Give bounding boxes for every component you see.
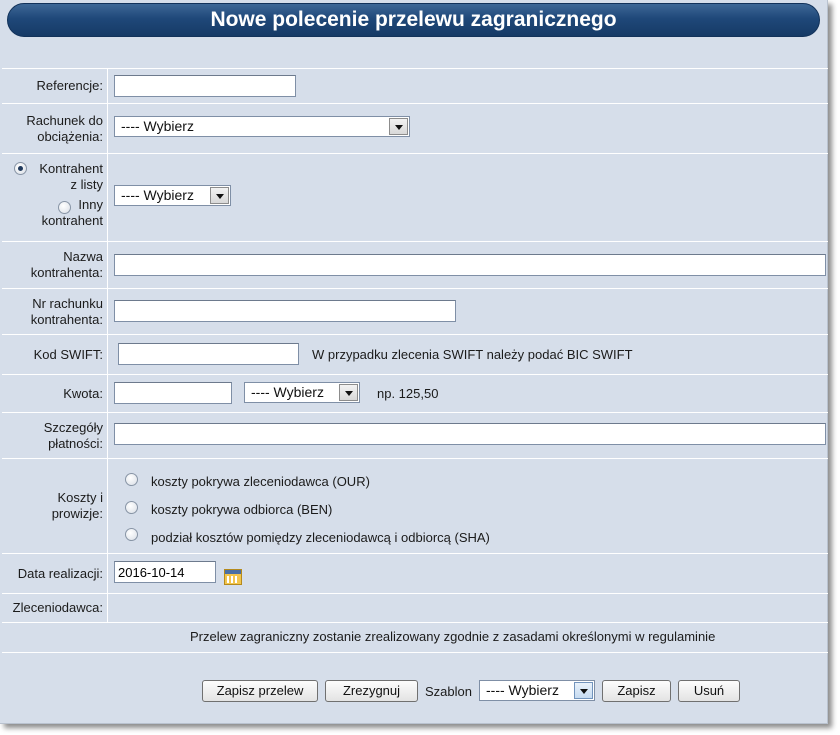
referencje-label: Referencje:: [2, 69, 108, 103]
radio-koszty-sha[interactable]: [125, 528, 138, 541]
radio-kontrahent-z-listy[interactable]: [14, 162, 27, 175]
radio-koszty-our[interactable]: [125, 473, 138, 486]
rachunek-label: Rachunek do obciążenia:: [2, 104, 108, 153]
kontrahent-z-listy-label: Kontrahent: [39, 161, 103, 176]
nazwa-input[interactable]: [114, 254, 826, 276]
data-label: Data realizacji:: [2, 554, 108, 593]
zleceniodawca-label: Zleceniodawca:: [2, 594, 108, 622]
swift-hint: W przypadku zlecenia SWIFT należy podać …: [312, 347, 633, 362]
info-text: Przelew zagraniczny zostanie zrealizowan…: [190, 629, 716, 644]
swift-label: Kod SWIFT:: [2, 335, 108, 374]
form-window: Nowe polecenie przelewu zagranicznego Re…: [0, 0, 828, 724]
kontrahent-z-listy-label-2: z listy: [70, 177, 104, 192]
data-input[interactable]: [114, 561, 216, 583]
kwota-hint: np. 125,50: [377, 386, 439, 401]
zapisz-button[interactable]: Zapisz: [602, 680, 671, 702]
chevron-down-icon: [389, 118, 408, 135]
chevron-down-icon: [574, 682, 593, 699]
kontrahent-select-value: ---- Wybierz: [121, 187, 194, 203]
calendar-icon[interactable]: [224, 569, 242, 585]
inny-kontrahent-label-2: kontrahent: [41, 213, 103, 228]
page-title: Nowe polecenie przelewu zagranicznego: [7, 3, 820, 37]
referencje-input[interactable]: [114, 75, 296, 97]
koszty-option-ben: koszty pokrywa odbiorca (BEN): [151, 502, 333, 517]
zapisz-przelew-button[interactable]: Zapisz przelew: [202, 680, 318, 702]
rachunek-select[interactable]: ---- Wybierz: [114, 116, 410, 137]
nr-rachunku-input[interactable]: [114, 300, 456, 322]
swift-input[interactable]: [118, 343, 299, 365]
rachunek-select-value: ---- Wybierz: [121, 118, 194, 134]
waluta-select-value: ---- Wybierz: [251, 384, 324, 400]
szablon-select-value: ---- Wybierz: [486, 682, 559, 698]
waluta-select[interactable]: ---- Wybierz: [244, 382, 360, 403]
koszty-option-sha: podział kosztów pomiędzy zleceniodawcą i…: [151, 530, 490, 545]
chevron-down-icon: [339, 384, 358, 401]
szablon-select[interactable]: ---- Wybierz: [479, 680, 595, 701]
szczegoly-input[interactable]: [114, 423, 826, 445]
nr-rachunku-label: Nr rachunku kontrahenta:: [2, 289, 108, 334]
usun-button[interactable]: Usuń: [678, 680, 740, 702]
nazwa-label: Nazwa kontrahenta:: [2, 242, 108, 288]
inny-kontrahent-label: Inny: [78, 197, 103, 212]
radio-inny-kontrahent[interactable]: [58, 201, 71, 214]
kontrahent-select[interactable]: ---- Wybierz: [114, 185, 231, 206]
kwota-input[interactable]: [114, 382, 232, 404]
radio-koszty-ben[interactable]: [125, 501, 138, 514]
koszty-label: Koszty i prowizje:: [2, 459, 108, 553]
row-zleceniodawca: Zleceniodawca:: [2, 593, 828, 622]
koszty-option-our: koszty pokrywa zleceniodawca (OUR): [151, 474, 370, 489]
chevron-down-icon: [210, 187, 229, 204]
zrezygnuj-button[interactable]: Zrezygnuj: [325, 680, 418, 702]
szczegoly-label: Szczegóły płatności:: [2, 413, 108, 458]
szablon-label: Szablon: [425, 684, 472, 699]
kwota-label: Kwota:: [2, 375, 108, 412]
